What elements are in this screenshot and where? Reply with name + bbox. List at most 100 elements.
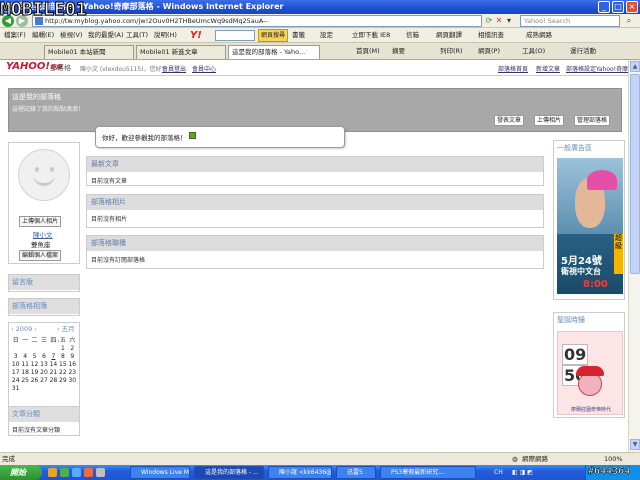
calendar-day[interactable]: 31 [11, 385, 20, 393]
calendar-day[interactable]: 6 [39, 353, 48, 361]
album-title[interactable]: 部落格相簿 [9, 299, 79, 314]
quicklaunch-icon[interactable] [60, 468, 69, 477]
close-button[interactable]: × [626, 1, 638, 13]
tab-mobile01-articles[interactable]: Mobile01 新進文章 [136, 45, 226, 59]
toolbar-translate[interactable]: 網頁翻譯 [436, 30, 462, 41]
quicklaunch-icon[interactable] [84, 468, 93, 477]
calendar-day[interactable]: 12 [30, 361, 39, 369]
profile-name[interactable]: 陳小文 [33, 229, 53, 239]
cmd-tools[interactable]: 工具(O) [522, 46, 545, 57]
edit-icon[interactable] [189, 132, 196, 139]
calendar-day[interactable]: 28 [49, 377, 58, 385]
ad-banner[interactable]: 超級 5月24號 衛視中文台 8:00 [557, 158, 623, 294]
window-title-bar[interactable]: e 我是我的部落格 - Yahoo!奇摩部落格 - Windows Intern… [0, 0, 640, 14]
calendar-day[interactable]: 23 [68, 369, 77, 377]
toolbar-settings[interactable]: 設定 [320, 30, 333, 41]
start-button[interactable]: 開始 [0, 465, 42, 480]
tab-my-blog[interactable]: 這是我的部落格 - Yaho... [228, 45, 320, 59]
blog-settings-link[interactable]: 部落格設定 [566, 64, 596, 73]
cmd-feeds[interactable]: 摘要 [392, 46, 405, 57]
calendar-day[interactable]: 14 [49, 361, 58, 369]
menu-view[interactable]: 檢視(V) [60, 30, 83, 41]
toolbar-mature[interactable]: 成熟網路 [526, 30, 552, 41]
cmd-print[interactable]: 列印(R) [440, 46, 463, 57]
calendar-year[interactable]: ‹ 2009 › [11, 323, 37, 335]
calendar-day[interactable]: 4 [20, 353, 29, 361]
web-search-input[interactable]: Yahoo! Search [520, 15, 620, 27]
calendar-day[interactable]: 15 [58, 361, 67, 369]
search-icon[interactable]: ⌕ [622, 15, 636, 27]
cmd-home[interactable]: 首頁(M) [356, 46, 380, 57]
upload-photo-button[interactable]: 上傳相片 [534, 115, 565, 126]
maximize-button[interactable]: □ [612, 1, 624, 13]
menu-file[interactable]: 檔案(F) [4, 30, 26, 41]
tab-mobile01-news[interactable]: Mobile01 本站新聞 [44, 45, 134, 59]
scroll-thumb[interactable] [630, 74, 640, 274]
calendar-day[interactable]: 30 [68, 377, 77, 385]
language-icon[interactable]: CH [494, 467, 503, 478]
new-article-link[interactable]: 新增文章 [536, 64, 560, 73]
toolbar-search-button[interactable]: 網頁搜尋 [258, 29, 288, 42]
dropdown-icon[interactable]: ▾ [504, 15, 514, 27]
calendar-day[interactable]: 11 [20, 361, 29, 369]
calendar-day[interactable]: 17 [11, 369, 20, 377]
guestbook-title[interactable]: 留言版 [9, 275, 79, 290]
calendar-day[interactable]: 10 [11, 361, 20, 369]
calendar-day[interactable]: 5 [30, 353, 39, 361]
toolbar-bookmarks[interactable]: 書籤 [292, 30, 305, 41]
toolbar-mail[interactable]: 信箱 [406, 30, 419, 41]
stop-icon[interactable]: ✕ [494, 15, 504, 27]
calendar-day[interactable]: 20 [39, 369, 48, 377]
edit-profile-button[interactable]: 編輯個人檔案 [19, 250, 62, 261]
blog-home-link[interactable]: 部落格首頁 [498, 64, 528, 73]
cmd-page[interactable]: 網頁(P) [478, 46, 500, 57]
refresh-icon[interactable]: ⟳ [484, 15, 494, 27]
task-windows-live[interactable]: Windows Live Mes... [130, 466, 190, 479]
calendar-day[interactable]: 7 [49, 353, 58, 361]
calendar-day[interactable]: 19 [30, 369, 39, 377]
christmas-clock[interactable]: 0950 摩爾莊園奇樂時代 [557, 331, 623, 415]
calendar-day[interactable]: 25 [20, 377, 29, 385]
quicklaunch-icon[interactable] [96, 468, 105, 477]
calendar-day[interactable]: 2 [68, 345, 77, 353]
calendar-day[interactable]: 3 [11, 353, 20, 361]
calendar-day[interactable]: 18 [20, 369, 29, 377]
task-email[interactable]: 陳小誼 <kk6436@... [268, 466, 332, 479]
menu-help[interactable]: 說明(H) [154, 30, 177, 41]
toolbar-search-input[interactable] [215, 30, 255, 41]
zoom-level[interactable]: 100% [604, 455, 623, 464]
menu-favorites[interactable]: 我的最愛(A) [88, 30, 124, 41]
toolbar-lookup[interactable]: 相擋訊查 [478, 30, 504, 41]
calendar-day[interactable]: 8 [58, 353, 67, 361]
guestbook-box[interactable]: 留言版 [8, 274, 80, 292]
task-my-blog[interactable]: 這是我的部落格 - ... [194, 466, 264, 479]
task-xunlei[interactable]: 迅雷5 [336, 466, 376, 479]
album-box[interactable]: 部落格相簿 [8, 298, 80, 316]
cmd-activities[interactable]: 運行活動 [570, 46, 596, 57]
calendar-day[interactable]: 29 [58, 377, 67, 385]
scroll-up-arrow[interactable]: ▲ [630, 61, 640, 72]
menu-edit[interactable]: 編輯(E) [32, 30, 54, 41]
minimize-button[interactable]: _ [598, 1, 610, 13]
calendar-day[interactable]: 1 [58, 345, 67, 353]
quicklaunch-icon[interactable] [72, 468, 81, 477]
manage-blog-button[interactable]: 管理部落格 [574, 115, 611, 126]
scroll-down-arrow[interactable]: ▼ [630, 439, 640, 450]
upload-avatar-button[interactable]: 上傳個人相片 [19, 216, 62, 227]
calendar-day[interactable]: 24 [11, 377, 20, 385]
toolbar-ie8[interactable]: 立即下載 IE8 [352, 30, 390, 41]
vertical-scrollbar[interactable]: ▲ ▼ [628, 60, 640, 452]
member-center-link[interactable]: 會員中心 [192, 64, 216, 73]
menu-tools[interactable]: 工具(T) [126, 30, 148, 41]
calendar-day[interactable]: 27 [39, 377, 48, 385]
task-ps3[interactable]: PS3寒假最新研究... [380, 466, 476, 479]
post-article-button[interactable]: 發表文章 [494, 115, 525, 126]
calendar-day[interactable]: 16 [68, 361, 77, 369]
calendar-day[interactable]: 26 [30, 377, 39, 385]
address-bar[interactable]: http://tw.myblog.yahoo.com/jw!2Ouv0H2THB… [32, 15, 482, 27]
calendar-day[interactable]: 22 [58, 369, 67, 377]
calendar-day[interactable]: 21 [49, 369, 58, 377]
calendar-day[interactable]: 13 [39, 361, 48, 369]
quicklaunch-icon[interactable] [48, 468, 57, 477]
yahoo-toolbar-logo[interactable]: Y! [190, 29, 210, 42]
